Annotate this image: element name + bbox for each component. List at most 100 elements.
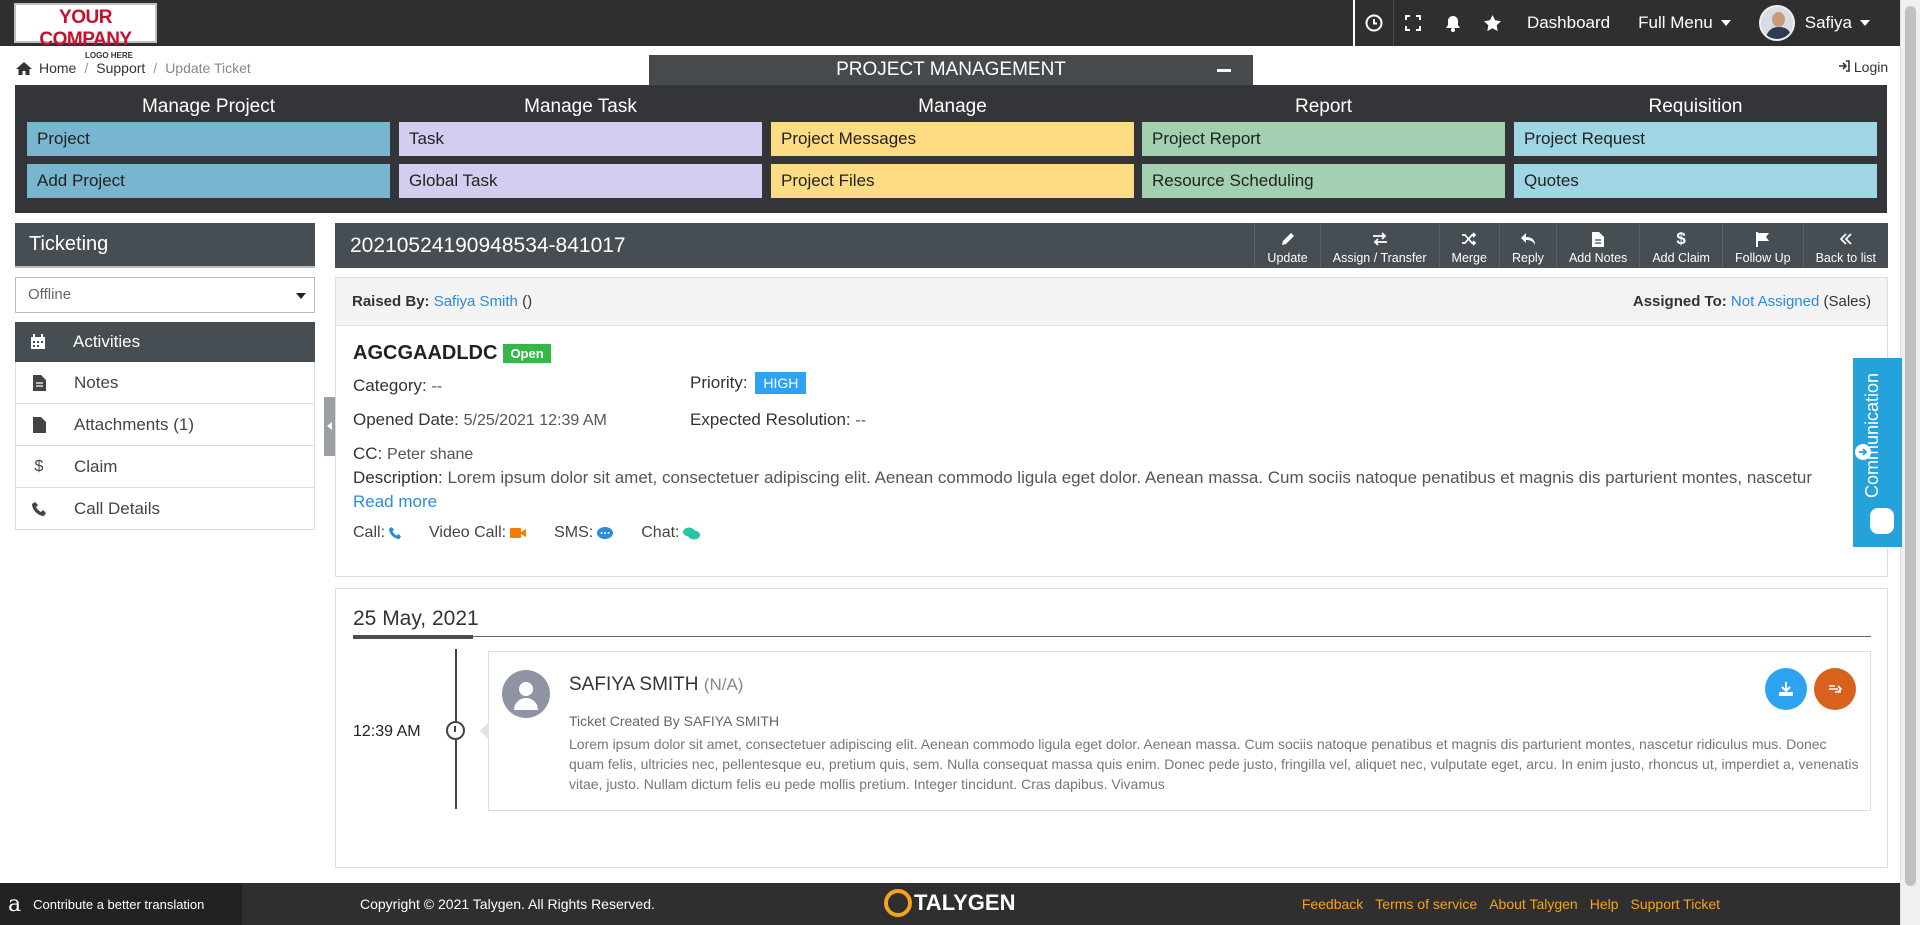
sidebar-item-claim[interactable]: $ Claim bbox=[15, 446, 315, 488]
communication-side-tab[interactable]: Communication bbox=[1853, 358, 1902, 547]
pm-item-task[interactable]: Task bbox=[399, 122, 762, 156]
ticket-meta-row: Raised By: Safiya Smith () Assigned To: … bbox=[336, 278, 1887, 326]
share-button[interactable] bbox=[1814, 668, 1856, 710]
download-button[interactable] bbox=[1765, 668, 1807, 710]
company-logo[interactable]: YOUR COMPANY LOGO HERE bbox=[14, 3, 157, 60]
cc-field: CC: Peter shane bbox=[353, 444, 473, 464]
logo-text: YOUR COMPANY bbox=[39, 7, 132, 50]
star-icon[interactable] bbox=[1473, 0, 1513, 46]
collapse-icon[interactable] bbox=[1217, 69, 1231, 72]
share-icon bbox=[1829, 685, 1843, 693]
login-link[interactable]: Login bbox=[1838, 59, 1888, 75]
vertical-scrollbar[interactable] bbox=[1900, 0, 1920, 925]
pm-item-quotes[interactable]: Quotes bbox=[1514, 164, 1877, 198]
double-chevron-left-icon bbox=[1839, 230, 1852, 248]
add-claim-button[interactable]: $ Add Claim bbox=[1639, 223, 1722, 268]
update-button-label: Update bbox=[1267, 251, 1308, 265]
breadcrumb: Home / Support / Update Ticket bbox=[15, 60, 251, 76]
full-menu-dropdown[interactable]: Full Menu bbox=[1624, 0, 1745, 46]
ticket-title-row: AGCGAADLDC Open bbox=[353, 340, 1868, 366]
ticket-actions: Update Assign / Transfer Merge Reply Add… bbox=[1254, 223, 1888, 268]
sidebar-item-call-details[interactable]: Call Details bbox=[15, 488, 315, 530]
pm-column-header: Requisition bbox=[1648, 96, 1743, 117]
chevron-down-icon bbox=[1720, 20, 1731, 26]
pm-column-requisition: Requisition Project Request Quotes bbox=[1514, 85, 1877, 198]
user-menu[interactable]: Safiya bbox=[1745, 0, 1900, 46]
video-call-option[interactable]: Video Call: bbox=[429, 524, 527, 542]
dollar-icon: $ bbox=[34, 457, 44, 475]
sidebar-item-attachments[interactable]: Attachments (1) bbox=[15, 404, 315, 446]
raised-by-suffix: () bbox=[522, 293, 533, 310]
pm-item-resource-scheduling[interactable]: Resource Scheduling bbox=[1142, 164, 1505, 198]
chat-label: Chat: bbox=[641, 524, 680, 541]
feedback-link[interactable]: Feedback bbox=[1302, 896, 1363, 912]
activity-timeline: 25 May, 2021 12:39 AM SAFIYA SMITH (N/A)… bbox=[335, 588, 1888, 868]
clock-icon[interactable] bbox=[1352, 0, 1393, 46]
update-button[interactable]: Update bbox=[1254, 223, 1319, 268]
communication-label: Communication bbox=[1862, 372, 1882, 498]
contact-options: Call: Video Call: SMS: Chat: bbox=[353, 524, 701, 542]
login-label: Login bbox=[1853, 59, 1889, 75]
timeline-time: 12:39 AM bbox=[353, 723, 421, 740]
pm-item-project-report[interactable]: Project Report bbox=[1142, 122, 1505, 156]
chevron-down-icon bbox=[1860, 20, 1870, 26]
status-badge: Open bbox=[503, 343, 551, 363]
pm-item-project-files[interactable]: Project Files bbox=[771, 164, 1134, 198]
calendar-icon bbox=[29, 334, 47, 350]
pm-item-global-task[interactable]: Global Task bbox=[399, 164, 762, 198]
timeline-entry-pointer bbox=[480, 722, 489, 740]
file-icon bbox=[1592, 230, 1605, 248]
timeline-entry: SAFIYA SMITH (N/A) Ticket Created By SAF… bbox=[480, 651, 1871, 811]
pm-item-project-messages[interactable]: Project Messages bbox=[771, 122, 1134, 156]
chat-option[interactable]: Chat: bbox=[641, 524, 701, 542]
fullscreen-icon[interactable] bbox=[1392, 0, 1433, 46]
sms-label: SMS: bbox=[554, 524, 594, 541]
pm-column-header: Report bbox=[1294, 96, 1353, 117]
phone-icon bbox=[30, 501, 48, 516]
entry-author: SAFIYA SMITH (N/A) bbox=[569, 674, 743, 696]
pm-column-manage-project: Manage Project Project Add Project bbox=[27, 85, 390, 198]
assign-transfer-button[interactable]: Assign / Transfer bbox=[1319, 223, 1439, 268]
sign-in-icon bbox=[1839, 60, 1850, 72]
pm-item-project-request[interactable]: Project Request bbox=[1514, 122, 1877, 156]
support-ticket-link[interactable]: Support Ticket bbox=[1631, 896, 1721, 912]
video-call-label: Video Call: bbox=[429, 524, 507, 541]
status-select[interactable]: Offline bbox=[15, 277, 315, 313]
assign-transfer-label: Assign / Transfer bbox=[1332, 251, 1427, 265]
dashboard-link[interactable]: Dashboard bbox=[1513, 0, 1624, 46]
bell-icon[interactable] bbox=[1433, 0, 1473, 46]
read-more-link[interactable]: Read more bbox=[353, 492, 437, 512]
expected-resolution-label: Expected Resolution: bbox=[690, 410, 851, 429]
back-to-list-button[interactable]: Back to list bbox=[1802, 223, 1888, 268]
pm-item-add-project[interactable]: Add Project bbox=[27, 164, 390, 198]
priority-badge: HIGH bbox=[755, 372, 807, 394]
pm-column-manage: Manage Project Messages Project Files bbox=[771, 85, 1134, 198]
add-notes-button[interactable]: Add Notes bbox=[1555, 223, 1639, 268]
about-link[interactable]: About Talygen bbox=[1489, 896, 1577, 912]
reply-label: Reply bbox=[1511, 251, 1544, 265]
translation-link[interactable]: a Contribute a better translation bbox=[0, 883, 242, 925]
breadcrumb-home[interactable]: Home bbox=[39, 60, 76, 76]
talygen-logo[interactable]: TALYGEN bbox=[884, 889, 1015, 917]
expected-resolution-field: Expected Resolution: -- bbox=[690, 410, 866, 430]
merge-button[interactable]: Merge bbox=[1438, 223, 1499, 268]
scrollbar-thumb[interactable] bbox=[1905, 6, 1916, 886]
sidebar-item-activities[interactable]: Activities bbox=[15, 322, 315, 362]
call-option[interactable]: Call: bbox=[353, 524, 402, 542]
description-label: Description: bbox=[353, 468, 443, 487]
pm-item-project[interactable]: Project bbox=[27, 122, 390, 156]
terms-link[interactable]: Terms of service bbox=[1375, 896, 1477, 912]
sidebar-menu: Activities Notes Attachments (1) $ Claim… bbox=[15, 322, 315, 530]
video-camera-icon bbox=[510, 528, 527, 538]
entry-author-name: SAFIYA SMITH bbox=[569, 674, 699, 695]
priority-label: Priority: bbox=[690, 373, 748, 392]
help-link[interactable]: Help bbox=[1590, 896, 1619, 912]
breadcrumb-support[interactable]: Support bbox=[96, 60, 145, 76]
follow-up-button[interactable]: Follow Up bbox=[1721, 223, 1803, 268]
assigned-to-link[interactable]: Not Assigned bbox=[1731, 293, 1819, 310]
reply-button[interactable]: Reply bbox=[1498, 223, 1556, 268]
raised-by-link[interactable]: Safiya Smith bbox=[434, 293, 518, 310]
assigned-to-suffix: (Sales) bbox=[1823, 293, 1871, 310]
sms-option[interactable]: SMS: bbox=[554, 524, 614, 542]
sidebar-item-notes[interactable]: Notes bbox=[15, 362, 315, 404]
